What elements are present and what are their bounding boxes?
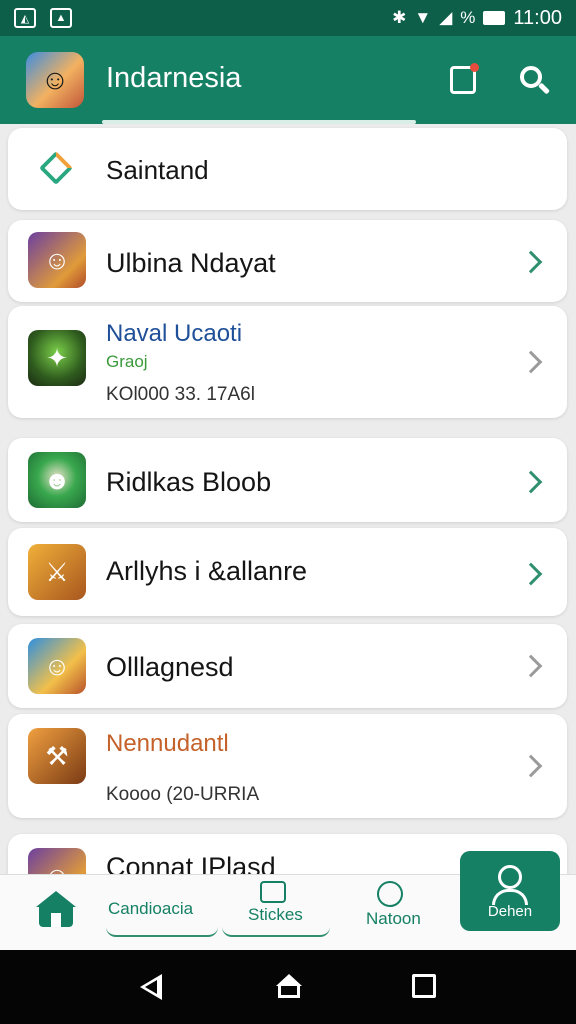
chevron-right-icon	[519, 562, 543, 586]
status-bar: ◭ ▲ ✱ ▼ ◢ % 11:00	[0, 0, 576, 36]
sticker-icon	[260, 881, 286, 903]
chevron-right-icon	[519, 350, 543, 374]
chevron-right-icon	[519, 654, 543, 678]
gallery-icon: ▲	[50, 8, 72, 28]
bottom-navigation: Candioacia Stickes Natoon Dehen	[0, 851, 576, 950]
diamond-icon	[39, 151, 73, 185]
list-item[interactable]: ⚒ Nennudantl Koooo (20-URRIA	[8, 714, 567, 818]
item-title: Arllyhs i &allanre	[106, 556, 308, 586]
status-left-icons: ◭ ▲	[14, 8, 72, 28]
system-navigation	[0, 950, 576, 1024]
globe-icon	[377, 881, 403, 907]
chevron-right-icon	[519, 470, 543, 494]
search-label: Saintand	[106, 155, 209, 185]
list-item[interactable]: ☻ Ridlkas Bloob	[8, 438, 567, 522]
tab-candioacia[interactable]: Candioacia	[108, 899, 193, 919]
game-icon: ☺	[28, 638, 86, 694]
item-title: Ulbina Ndayat	[106, 248, 276, 278]
profile-label: Dehen	[487, 903, 533, 920]
notification-badge	[470, 63, 479, 72]
tab-natoon[interactable]: Natoon	[366, 909, 421, 929]
game-icon: ☻	[28, 452, 86, 508]
chevron-right-icon	[519, 754, 543, 778]
wifi-icon: ▼	[414, 8, 432, 27]
search-row[interactable]: Saintand	[8, 128, 567, 210]
chevron-right-icon	[519, 250, 543, 274]
game-icon: ☺	[28, 232, 86, 288]
title-underline	[102, 120, 416, 124]
item-meta: Koooo (20-URRIA	[106, 784, 260, 805]
item-subtitle: Graoj	[106, 352, 148, 371]
item-title: Nennudantl	[106, 730, 229, 757]
item-title: Olllagnesd	[106, 652, 234, 682]
game-icon: ✦	[28, 330, 86, 386]
profile-icon	[498, 865, 522, 889]
list-item[interactable]: ☺ Olllagnesd	[8, 624, 567, 708]
system-home-icon[interactable]	[276, 974, 302, 1000]
clock: 11:00	[513, 6, 562, 29]
app-title: Indarnesia	[106, 62, 242, 94]
search-icon[interactable]	[516, 62, 552, 98]
item-title: Naval Ucaoti	[106, 320, 243, 347]
signal-icon: ◢	[439, 8, 453, 27]
tab-stickes[interactable]: Stickes	[248, 905, 303, 925]
status-right-icons: ✱ ▼ ◢ % 11:00	[392, 7, 562, 30]
battery-percent: %	[460, 8, 476, 27]
notification-icon[interactable]	[450, 63, 479, 94]
battery-icon	[483, 11, 506, 25]
home-icon[interactable]	[36, 891, 76, 927]
game-icon: ⚒	[28, 728, 86, 784]
list-item[interactable]: ⚔ Arllyhs i &allanre	[8, 528, 567, 616]
item-meta: KOl000 33. 17A6l	[106, 384, 255, 405]
photo-icon: ◭	[14, 8, 36, 28]
app-logo: ☺	[26, 52, 84, 108]
app-bar: ☺ Indarnesia	[0, 36, 576, 124]
profile-button[interactable]: Dehen	[460, 851, 560, 931]
list-item[interactable]: ☺ Ulbina Ndayat	[8, 220, 567, 302]
list-item[interactable]: ✦ Naval Ucaoti Graoj KOl000 33. 17A6l	[8, 306, 567, 418]
game-icon: ⚔	[28, 544, 86, 600]
item-title: Ridlkas Bloob	[106, 467, 272, 497]
recents-icon[interactable]	[412, 974, 436, 998]
bluetooth-icon: ✱	[392, 8, 407, 27]
